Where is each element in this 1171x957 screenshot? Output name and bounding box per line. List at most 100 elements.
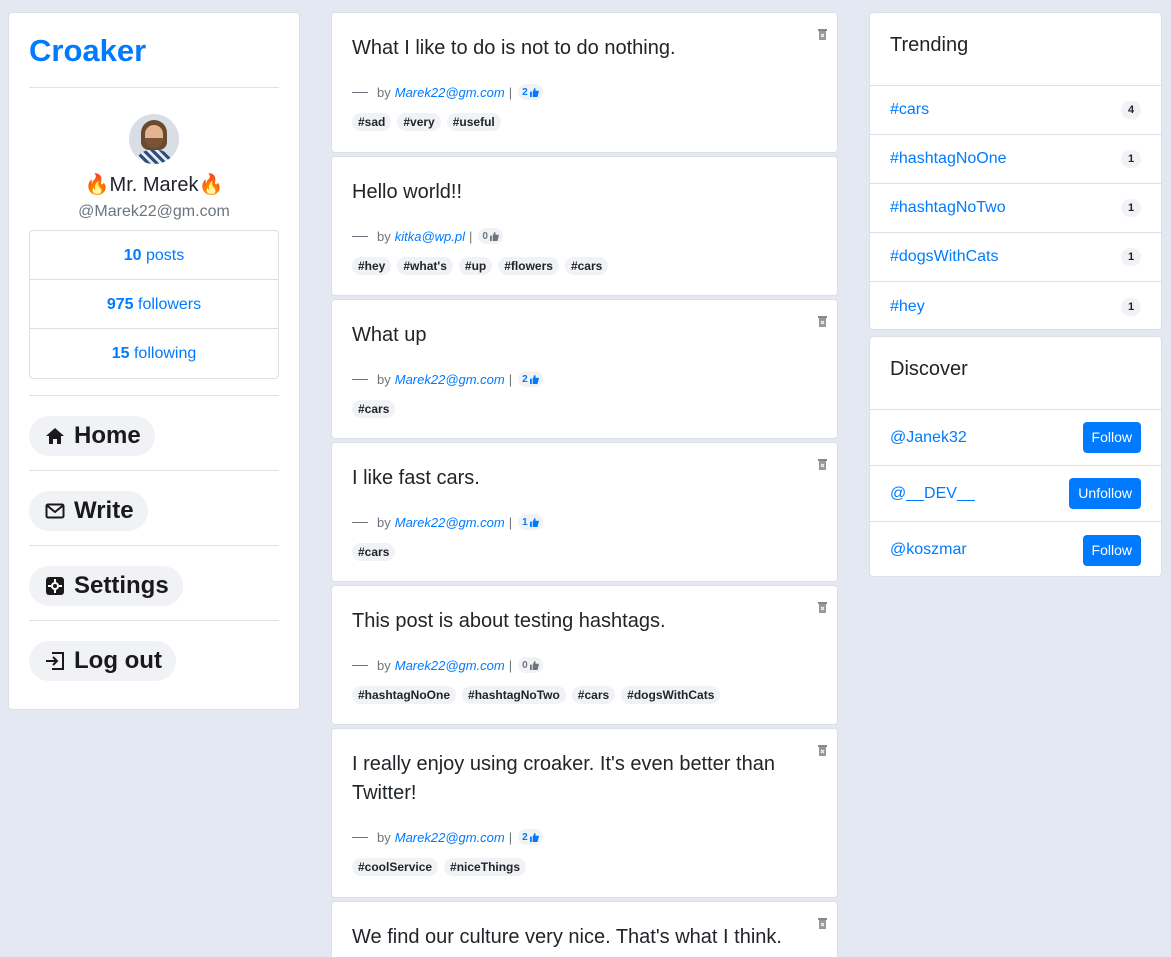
hashtag-chip[interactable]: #cars (352, 400, 396, 418)
stat-posts[interactable]: 10 posts (30, 231, 278, 280)
profile-handle: @Marek22@gm.com (78, 203, 230, 220)
profile-stats: 10 posts 975 followers 15 following (29, 230, 279, 379)
like-button[interactable]: 1 (518, 514, 543, 530)
nav-settings-label: Settings (74, 572, 169, 599)
trending-tag-link[interactable]: #dogsWithCats (890, 248, 999, 266)
follow-button[interactable]: Follow (1082, 422, 1141, 453)
profile-card: 🔥Mr. Marek🔥 @Marek22@gm.com 10 posts 975… (29, 88, 279, 379)
followers-count: 975 (106, 296, 134, 313)
stat-following[interactable]: 15 following (30, 329, 278, 378)
post-text: Hello world!! (352, 181, 463, 203)
envelope-icon (44, 500, 66, 522)
hashtag-chip[interactable]: #up (458, 257, 493, 275)
unfollow-button[interactable]: Unfollow (1069, 478, 1141, 509)
trending-tag-link[interactable]: #hashtagNoTwo (890, 199, 1006, 217)
trending-tag-link[interactable]: #hey (890, 298, 925, 316)
like-button[interactable]: 2 (518, 84, 543, 100)
discover-user-link[interactable]: @__DEV__ (890, 485, 975, 503)
thumbs-up-icon (529, 660, 539, 670)
like-button[interactable]: 0 (478, 228, 503, 244)
trending-card: Trending #cars 4 #hashtagNoOne 1 #hashta… (869, 12, 1162, 330)
follow-button[interactable]: Follow (1082, 534, 1141, 566)
trending-item[interactable]: #dogsWithCats 1 (870, 233, 1161, 282)
hashtag-chip[interactable]: #cars (564, 257, 609, 275)
home-icon (44, 425, 66, 447)
nav-home-button[interactable]: Home (29, 416, 155, 456)
nav-logout-label: Log out (74, 647, 162, 674)
brand-logo[interactable]: Croaker (29, 13, 279, 88)
hashtag-chip[interactable]: #cars (571, 686, 616, 704)
like-button[interactable]: 0 (518, 657, 543, 673)
post-tags: #coolService #niceThings (352, 858, 817, 876)
post-author-link[interactable]: Marek22@gm.com (395, 830, 505, 845)
following-count: 15 (111, 345, 130, 362)
hashtag-chip[interactable]: #useful (446, 113, 501, 131)
post-author-link[interactable]: Marek22@gm.com (395, 85, 505, 100)
hashtag-chip[interactable]: #hashtagNoOne (352, 686, 457, 704)
thumbs-up-icon (529, 832, 539, 842)
trash-icon[interactable] (818, 743, 827, 756)
trending-item[interactable]: #hashtagNoOne 1 (870, 135, 1161, 184)
post-author-link[interactable]: Marek22@gm.com (395, 515, 505, 530)
trash-icon[interactable] (818, 314, 827, 327)
trash-icon[interactable] (818, 916, 827, 929)
post-tags: #sad #very #useful (352, 113, 817, 131)
stat-followers[interactable]: 975 followers (30, 280, 278, 329)
like-button[interactable]: 2 (518, 829, 543, 845)
post-text: I like fast cars. (352, 467, 480, 489)
post-author-link[interactable]: kitka@wp.pl (395, 229, 465, 244)
discover-user-link[interactable]: @koszmar (890, 541, 967, 559)
nav-logout-button[interactable]: Log out (29, 641, 176, 681)
hashtag-chip[interactable]: #coolService (352, 858, 439, 876)
hashtag-chip[interactable]: #dogsWithCats (621, 686, 721, 704)
main-nav: Home Write Settings Log out (29, 395, 279, 696)
like-count: 2 (522, 373, 528, 385)
discover-user-link[interactable]: @Janek32 (890, 429, 967, 447)
hashtag-chip[interactable]: #hey (352, 257, 392, 275)
trending-count-badge: 4 (1121, 101, 1141, 119)
post-meta: by Marek22@gm.com | 0 (352, 657, 817, 673)
thumbs-up-icon (529, 87, 539, 97)
post-text: What up (352, 324, 427, 346)
avatar (129, 114, 179, 164)
post-author-link[interactable]: Marek22@gm.com (395, 658, 505, 673)
trash-icon[interactable] (818, 27, 827, 40)
post-text: This post is about testing hashtags. (352, 610, 666, 632)
trash-icon[interactable] (818, 600, 827, 613)
post-meta: by kitka@wp.pl | 0 (352, 228, 817, 244)
post-meta: by Marek22@gm.com | 1 (352, 514, 817, 530)
like-count: 1 (522, 516, 528, 528)
like-button[interactable]: 2 (518, 371, 543, 387)
hashtag-chip[interactable]: #what's (397, 257, 453, 275)
nav-write-button[interactable]: Write (29, 491, 148, 531)
sidebar: Croaker 🔥Mr. Marek🔥 @Marek22@gm.com 10 p… (8, 12, 300, 710)
post-card: This post is about testing hashtags. by … (331, 585, 838, 725)
hashtag-chip[interactable]: #cars (352, 543, 396, 561)
logout-icon (44, 650, 66, 672)
posts-label: posts (146, 247, 185, 264)
trending-item[interactable]: #hashtagNoTwo 1 (870, 184, 1161, 233)
nav-write-label: Write (74, 497, 134, 524)
hashtag-chip[interactable]: #hashtagNoTwo (462, 686, 566, 704)
post-card: What I like to do is not to do nothing. … (331, 12, 838, 153)
trash-icon[interactable] (818, 457, 827, 470)
hashtag-chip[interactable]: #very (397, 113, 441, 131)
post-tags: #cars (352, 543, 817, 561)
post-tags: #cars (352, 400, 817, 418)
hashtag-chip[interactable]: #flowers (498, 257, 559, 275)
nav-settings-button[interactable]: Settings (29, 566, 183, 606)
trending-item[interactable]: #hey 1 (870, 282, 1161, 331)
trending-tag-link[interactable]: #cars (890, 101, 929, 119)
hashtag-chip[interactable]: #sad (352, 113, 392, 131)
trending-tag-link[interactable]: #hashtagNoOne (890, 150, 1007, 168)
post-author-link[interactable]: Marek22@gm.com (395, 372, 505, 387)
profile-name: 🔥Mr. Marek🔥 (84, 174, 224, 196)
trending-title: Trending (870, 13, 1161, 86)
hashtag-chip[interactable]: #niceThings (444, 858, 527, 876)
thumbs-up-icon (529, 374, 539, 384)
trending-item[interactable]: #cars 4 (870, 86, 1161, 135)
trending-count-badge: 1 (1121, 199, 1141, 217)
following-label: following (133, 345, 197, 362)
like-count: 0 (482, 230, 488, 242)
posts-count: 10 (123, 247, 142, 264)
